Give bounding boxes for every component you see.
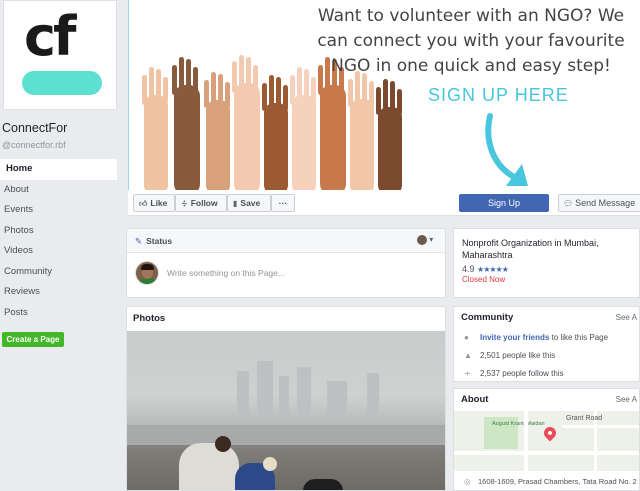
page-action-bar: 👍︎ Like ∻ Follow ▮ Save ··· Sign Up 💬︎ Send … — [128, 190, 640, 216]
nav-item-photos[interactable]: Photos — [0, 221, 117, 242]
page-category[interactable]: Nonprofit Organization in Mumbai, Mahara… — [462, 237, 631, 261]
follow-label: Follow — [190, 198, 218, 208]
composer-status-tab[interactable]: ✎ Status — [127, 229, 445, 253]
avatar-mini — [417, 235, 427, 245]
cover-photo[interactable]: Want to volunteer with an NGO? We can co… — [128, 0, 640, 190]
beach-cleanup-photo[interactable] — [127, 331, 445, 490]
cover-headline-line-2: can connect you with your favourite — [317, 31, 625, 51]
save-button[interactable]: ▮ Save — [227, 194, 271, 212]
address-row: ◎ 1608-1609, Prasad Chambers, Tata Road … — [454, 477, 639, 486]
invite-icon: ● — [464, 333, 469, 342]
invite-friends-row: ● Invite your friends to like this Page — [454, 329, 639, 347]
cover-headline-line-3: NGO in one quick and easy step! — [331, 56, 611, 76]
logo-text: cf — [24, 5, 76, 68]
post-composer: ✎ Status ▾ Write something on this Page..… — [126, 228, 446, 298]
send-message-label: Send Message — [575, 198, 636, 208]
create-page-button[interactable]: Create a Page — [2, 332, 64, 347]
community-title[interactable]: Community — [454, 307, 639, 329]
chevron-down-icon: ▾ — [427, 235, 434, 245]
about-see-all-link[interactable]: See A — [616, 389, 637, 411]
nav-item-community[interactable]: Community — [0, 262, 117, 283]
nav-item-home[interactable]: Home — [0, 159, 117, 180]
nav-item-videos[interactable]: Videos — [0, 241, 117, 262]
nav-item-posts[interactable]: Posts — [0, 303, 117, 324]
location-map[interactable]: August Kranti Maidan Grant Road — [454, 411, 639, 471]
messenger-icon: 💬︎ — [563, 199, 574, 208]
invite-friends-text: to like this Page — [549, 333, 609, 342]
logo-pill — [22, 71, 102, 95]
profile-picture[interactable]: cf — [3, 0, 117, 110]
avatar — [135, 261, 159, 285]
location-icon: ◎ — [464, 477, 471, 486]
follow-button[interactable]: ∻ Follow — [175, 194, 227, 212]
about-card: About See A August Kranti Maidan Grant R… — [453, 388, 640, 491]
map-road-label: Grant Road — [566, 415, 603, 422]
post-as-selector[interactable]: ▾ — [417, 235, 435, 247]
page-handle[interactable]: @connectfor.rbf — [2, 140, 66, 150]
follows-count[interactable]: 2,537 people follow this — [480, 369, 564, 378]
cover-headline-line-1: Want to volunteer with an NGO? We — [317, 6, 625, 26]
nav-item-reviews[interactable]: Reviews — [0, 282, 117, 303]
photos-title[interactable]: Photos — [127, 307, 445, 331]
rating-stars: ★★★★★ — [477, 265, 509, 274]
community-card: Community See A ● Invite your friends to… — [453, 306, 640, 382]
bookmark-icon: ▮ — [233, 199, 238, 208]
send-message-button[interactable]: 💬︎ Send Message — [558, 194, 640, 212]
cover-headline: Want to volunteer with an NGO? We can co… — [311, 4, 631, 79]
nav-item-events[interactable]: Events — [0, 200, 117, 221]
rss-icon: ∻ — [464, 369, 471, 378]
thumbs-up-icon: 👍︎ — [139, 199, 148, 208]
cover-signup-cta: SIGN UP HERE — [428, 85, 569, 105]
rating-value: 4.9 — [462, 264, 475, 274]
composer-body: Write something on this Page... — [135, 261, 435, 287]
cover-divider — [128, 0, 129, 190]
arrow-down-icon — [485, 113, 528, 186]
save-label: Save — [240, 198, 261, 208]
pencil-icon: ✎ — [135, 236, 143, 246]
invite-friends-link[interactable]: Invite your friends — [480, 333, 549, 342]
page-name[interactable]: ConnectFor — [2, 121, 67, 135]
rss-icon: ∻ — [181, 199, 188, 208]
like-label: Like — [150, 198, 168, 208]
thumbs-up-icon: ▲ — [464, 351, 472, 360]
nav-item-about[interactable]: About — [0, 180, 117, 201]
composer-status-label: Status — [146, 236, 173, 246]
page-info-card: Nonprofit Organization in Mumbai, Mahara… — [453, 228, 640, 298]
map-park-label: August Kranti Maidan — [492, 421, 545, 427]
likes-row: ▲ 2,501 people like this — [454, 347, 639, 365]
address-text[interactable]: 1608-1609, Prasad Chambers, Tata Road No… — [478, 477, 637, 486]
page-nav: Home About Events Photos Videos Communit… — [0, 159, 117, 323]
map-pin-icon — [541, 424, 559, 442]
about-title[interactable]: About — [454, 389, 639, 411]
photos-card: Photos — [126, 306, 446, 491]
follows-row: ∻ 2,537 people follow this — [454, 365, 639, 381]
likes-count[interactable]: 2,501 people like this — [480, 351, 555, 360]
community-see-all-link[interactable]: See A — [616, 307, 637, 329]
composer-input[interactable]: Write something on this Page... — [167, 268, 285, 278]
signup-button[interactable]: Sign Up — [459, 194, 549, 212]
page-rating[interactable]: 4.9 ★★★★★ — [462, 264, 631, 274]
like-button[interactable]: 👍︎ Like — [133, 194, 175, 212]
more-button[interactable]: ··· — [271, 194, 295, 212]
open-status: Closed Now — [462, 275, 506, 284]
left-column: cf ConnectFor @connectfor.rbf Home About… — [0, 0, 120, 491]
